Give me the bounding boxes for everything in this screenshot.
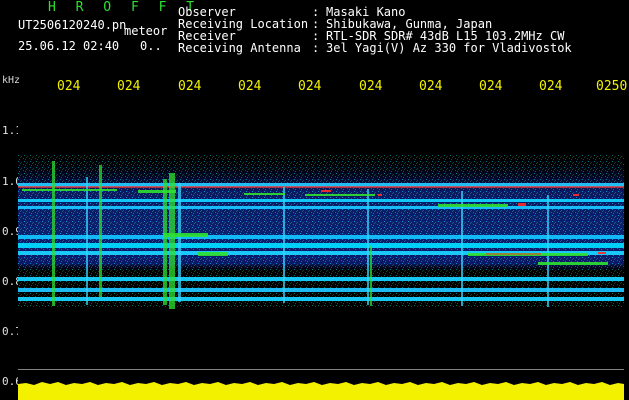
meteor-label: meteor [124, 24, 168, 38]
frequency-unit-label: kHz [2, 75, 21, 86]
antenna-separator: : [312, 41, 320, 55]
ellipsis-text: 0.. [140, 39, 162, 53]
time-tick-10: 0250 [596, 79, 628, 94]
amplitude-bar [18, 376, 624, 400]
time-tick-1: 024 [57, 79, 81, 94]
file-name: UT2506120240.pn [18, 18, 127, 32]
bottom-boundary-line [18, 369, 624, 370]
spectrogram [18, 101, 624, 399]
time-tick-7: 024 [419, 79, 443, 94]
time-tick-9: 024 [539, 79, 563, 94]
date-time: 25.06.12 02:40 [18, 39, 120, 53]
time-tick-6: 024 [359, 79, 383, 94]
antenna-label: Receiving Antenna [178, 41, 301, 55]
time-tick-5: 024 [298, 79, 322, 94]
time-tick-4: 024 [238, 79, 262, 94]
antenna-value: 3el Yagi(V) Az 330 for Vladivostok [326, 41, 572, 55]
amplitude-svg [18, 376, 624, 400]
time-tick-2: 024 [117, 79, 141, 94]
time-tick-3: 024 [178, 79, 202, 94]
header: H R O F F T UT2506120240.pn meteor 25.06… [0, 0, 629, 60]
time-tick-8: 024 [479, 79, 503, 94]
spectrogram-svg [18, 101, 624, 399]
